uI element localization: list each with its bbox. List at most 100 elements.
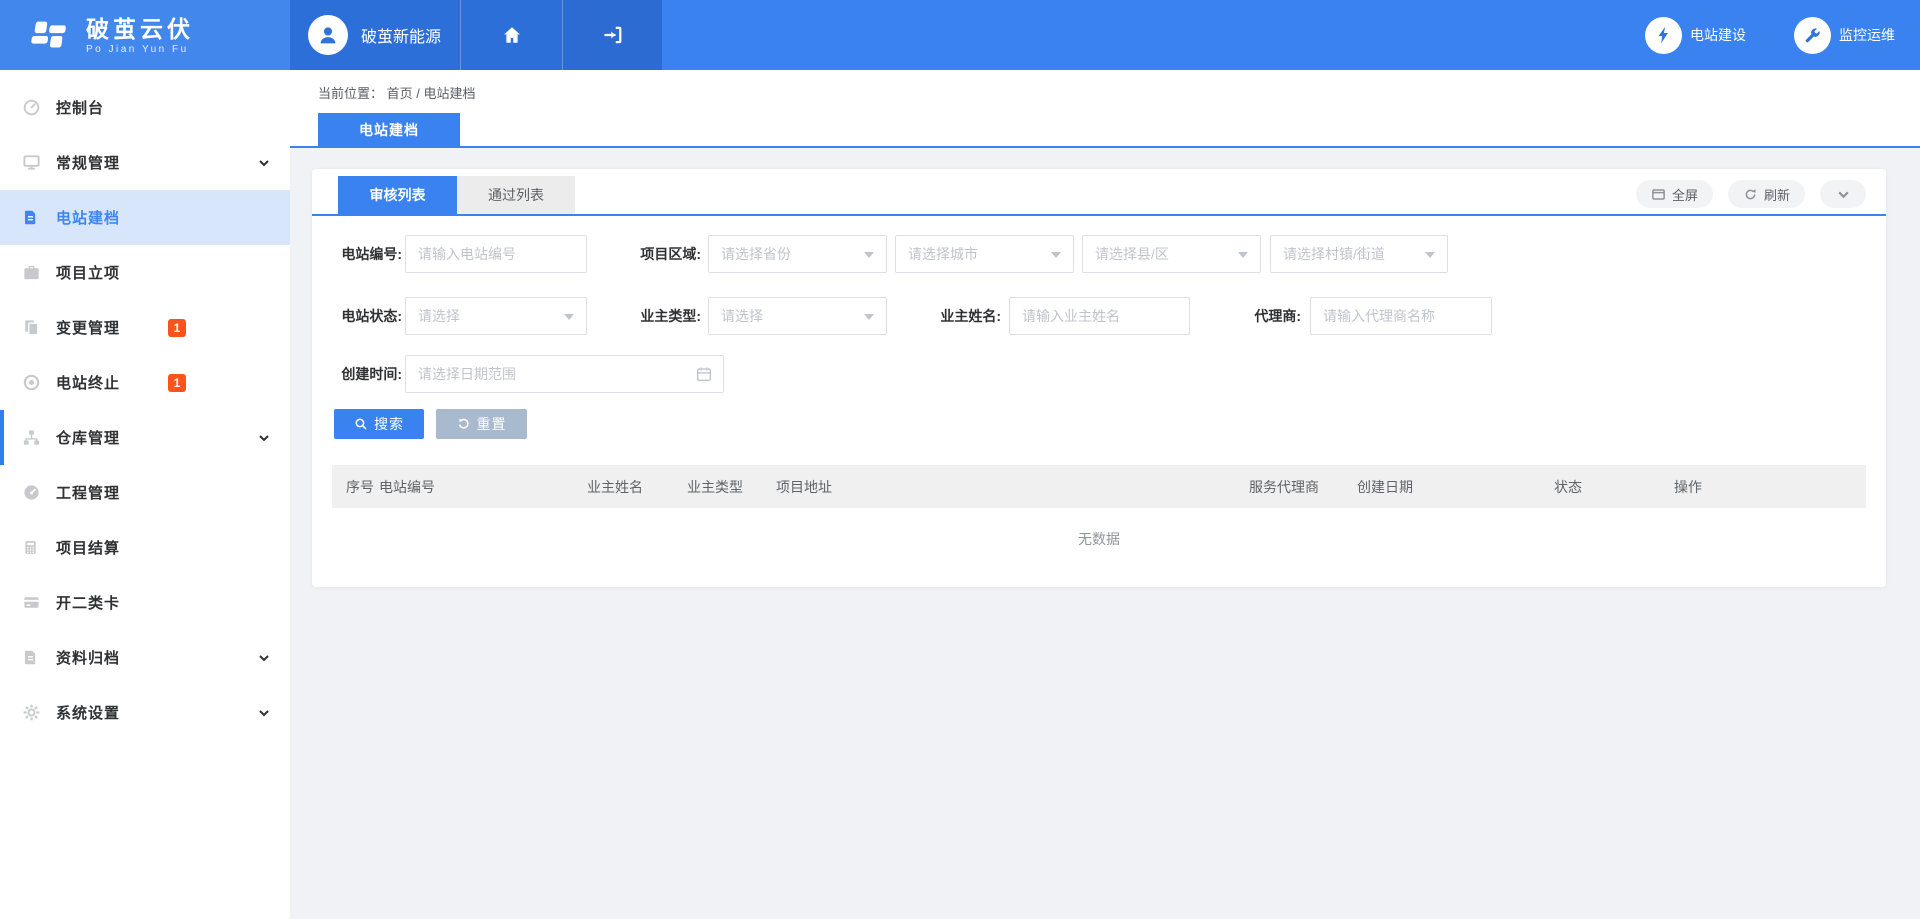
column-header: 创建日期 (1357, 477, 1554, 497)
tab-review-list[interactable]: 审核列表 (338, 176, 457, 214)
refresh-button[interactable]: 刷新 (1728, 180, 1805, 208)
select-arrow-icon (1238, 252, 1248, 258)
monitor-icon (22, 153, 46, 173)
user-menu[interactable]: 破茧新能源 (290, 0, 460, 70)
sidebar-item-console[interactable]: 控制台 (0, 80, 290, 135)
column-header: 业主姓名 (587, 477, 687, 497)
select-arrow-icon (1425, 252, 1435, 258)
logout-button[interactable] (562, 0, 662, 70)
credit-card-icon (22, 593, 46, 613)
lightning-icon (1645, 17, 1682, 54)
date-range-input[interactable]: 请选择日期范围 (405, 355, 724, 393)
tab-passed-list[interactable]: 通过列表 (457, 176, 575, 214)
briefcase-icon (22, 263, 46, 283)
station-no-input[interactable] (405, 235, 587, 273)
chevron-down-icon (258, 652, 270, 664)
home-button[interactable] (460, 0, 562, 70)
sidebar-item-open-card[interactable]: 开二类卡 (0, 575, 290, 630)
agent-label: 代理商: (1221, 297, 1301, 335)
district-select[interactable]: 请选择县/区 (1082, 235, 1261, 273)
column-header: 操作 (1674, 477, 1866, 497)
calendar-icon (695, 365, 713, 383)
nav-monitor-ops[interactable]: 监控运维 (1794, 17, 1895, 54)
sidebar-item-station-termination[interactable]: 电站终止 1 (0, 355, 290, 410)
sidebar-item-station-archive[interactable]: 电站建档 (0, 190, 290, 245)
table-empty-state: 无数据 (332, 508, 1866, 570)
chevron-down-icon (1837, 188, 1850, 201)
breadcrumb: 当前位置： 首页 / 电站建档 (318, 83, 475, 102)
breadcrumb-prefix: 当前位置： (318, 86, 383, 101)
sidebar-item-project-initiation[interactable]: 项目立项 (0, 245, 290, 300)
top-bar-nav: 电站建设 监控运维 (1645, 0, 1895, 70)
brand-logo-block: 破茧云伏 Po Jian Yun Fu (0, 0, 290, 70)
brand-name: 破茧云伏 (86, 16, 194, 42)
province-select[interactable]: 请选择省份 (708, 235, 887, 273)
table-header-row: 序号 电站编号 业主姓名 业主类型 项目地址 服务代理商 创建日期 状态 操作 (332, 465, 1866, 508)
select-arrow-icon (1051, 252, 1061, 258)
notification-badge: 1 (168, 319, 186, 337)
village-select[interactable]: 请选择村镇/街道 (1270, 235, 1448, 273)
column-header: 业主类型 (687, 477, 776, 497)
avatar (308, 15, 348, 55)
owner-type-select[interactable]: 请选择 (708, 297, 887, 335)
calculator-icon (22, 538, 46, 558)
reset-icon (457, 417, 471, 431)
top-bar: 破茧云伏 Po Jian Yun Fu 破茧新能源 (0, 0, 1920, 70)
chevron-down-icon (258, 157, 270, 169)
nav-station-build[interactable]: 电站建设 (1645, 17, 1746, 54)
column-header: 项目地址 (776, 477, 1249, 497)
brand-logo-icon (26, 17, 72, 53)
panel-tools: 全屏 刷新 (1636, 180, 1866, 208)
search-icon (354, 417, 368, 431)
wrench-icon (1794, 17, 1831, 54)
filter-panel: 审核列表 通过列表 全屏 (312, 169, 1886, 587)
copy-files-icon (22, 318, 46, 338)
sitemap-icon (22, 428, 46, 448)
collapse-panel-button[interactable] (1820, 180, 1866, 208)
sidebar-item-system-settings[interactable]: 系统设置 (0, 685, 290, 740)
fullscreen-button[interactable]: 全屏 (1636, 180, 1713, 208)
dashboard-icon (22, 98, 46, 118)
reset-button[interactable]: 重置 (436, 409, 527, 439)
sidebar-item-change-mgmt[interactable]: 变更管理 1 (0, 300, 290, 355)
app-root: 破茧云伏 Po Jian Yun Fu 破茧新能源 (0, 0, 1920, 919)
page-tab-station-archive[interactable]: 电站建档 (318, 113, 460, 146)
select-arrow-icon (564, 314, 574, 320)
region-label: 项目区域: (621, 235, 701, 273)
top-bar-middle: 破茧新能源 (290, 0, 662, 70)
breadcrumb-path: 首页 / 电站建档 (387, 86, 476, 101)
column-header: 状态 (1554, 477, 1674, 497)
logout-icon (602, 24, 624, 46)
target-icon (22, 373, 46, 393)
owner-name-input[interactable] (1009, 297, 1190, 335)
column-header: 服务代理商 (1249, 477, 1357, 497)
sidebar-item-project-settlement[interactable]: 项目结算 (0, 520, 290, 575)
notification-badge: 1 (168, 374, 186, 392)
select-arrow-icon (864, 252, 874, 258)
sidebar: 控制台 常规管理 电站建档 (0, 70, 290, 919)
chevron-down-icon (258, 707, 270, 719)
owner-name-label: 业主姓名: (921, 297, 1001, 335)
station-status-select[interactable]: 请选择 (405, 297, 587, 335)
sidebar-item-general-mgmt[interactable]: 常规管理 (0, 135, 290, 190)
sidebar-item-warehouse-mgmt[interactable]: 仓库管理 (0, 410, 290, 465)
company-name: 破茧新能源 (361, 23, 441, 47)
station-status-label: 电站状态: (322, 297, 402, 335)
agent-input[interactable] (1310, 297, 1492, 335)
file-archive-icon (22, 648, 46, 668)
refresh-icon (1743, 187, 1758, 202)
station-no-label: 电站编号: (322, 235, 402, 273)
speedometer-icon (22, 483, 46, 503)
select-arrow-icon (864, 314, 874, 320)
home-icon (501, 24, 523, 46)
brand-subtitle: Po Jian Yun Fu (86, 44, 194, 55)
fullscreen-icon (1651, 187, 1666, 202)
column-header: 序号 (346, 477, 379, 497)
sidebar-item-engineering-mgmt[interactable]: 工程管理 (0, 465, 290, 520)
gear-icon (22, 703, 46, 723)
chevron-down-icon (258, 432, 270, 444)
sidebar-item-data-archive[interactable]: 资料归档 (0, 630, 290, 685)
city-select[interactable]: 请选择城市 (895, 235, 1074, 273)
search-button[interactable]: 搜索 (334, 409, 424, 439)
results-table: 序号 电站编号 业主姓名 业主类型 项目地址 服务代理商 创建日期 状态 操作 … (332, 465, 1866, 570)
